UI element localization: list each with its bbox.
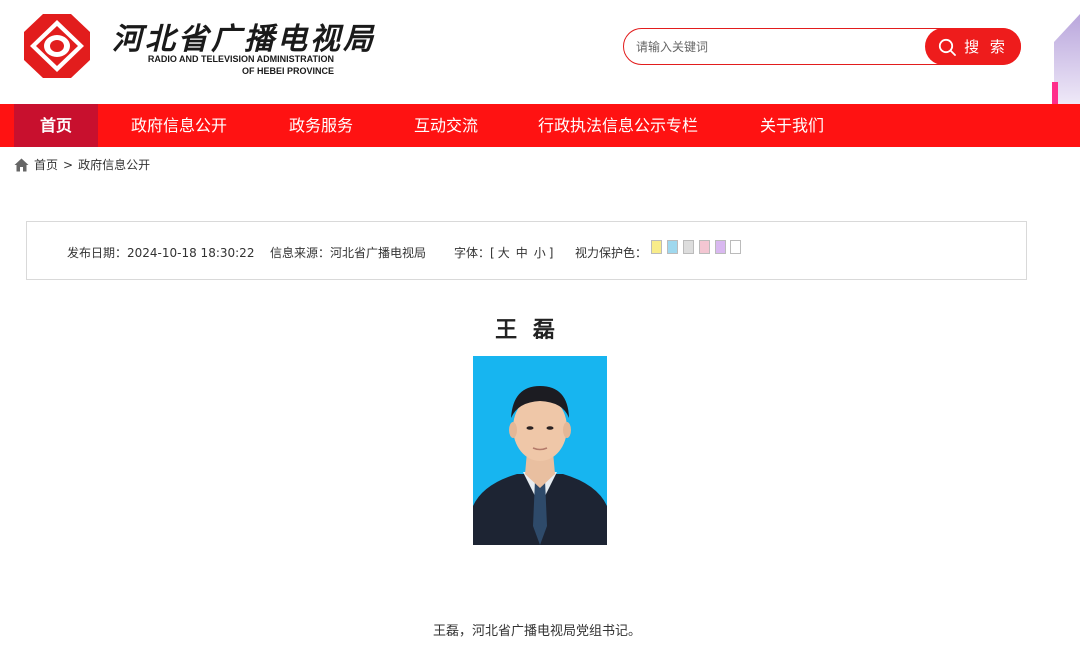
font-size-large[interactable]: 大 <box>498 246 510 260</box>
brand-en-line2: OF HEBEI PROVINCE <box>241 66 334 76</box>
eye-color-gray[interactable] <box>683 240 694 254</box>
article-info-bar: 发布日期：2024-10-18 18:30:22 信息来源：河北省广播电视局 字… <box>26 221 1027 280</box>
font-size-control: 字体：[大中小] <box>454 244 553 261</box>
site-header: 河北省广播电视局 RADIO AND TELEVISION ADMINISTRA… <box>0 0 1080 104</box>
search-icon <box>939 38 957 56</box>
font-size-close: ] <box>548 246 554 260</box>
nav-item-home[interactable]: 首页 <box>14 104 98 147</box>
article-body: 王磊，河北省广播电视局党组书记。 <box>432 624 641 639</box>
search-button-label: 搜 索 <box>964 38 1008 56</box>
breadcrumb: 首页 > 政府信息公开 <box>14 156 150 173</box>
breadcrumb-current[interactable]: 政府信息公开 <box>78 156 150 173</box>
font-size-medium[interactable]: 中 <box>516 246 528 260</box>
eye-color-yellow[interactable] <box>651 240 662 254</box>
eye-color-blue[interactable] <box>667 240 678 254</box>
eye-color-pink[interactable] <box>699 240 710 254</box>
portrait-photo <box>473 356 607 545</box>
article-title: 王 磊 <box>495 318 559 343</box>
brand-name-chinese: 河北省广播电视局 <box>112 22 376 57</box>
breadcrumb-separator: > <box>63 157 74 172</box>
search-button[interactable]: 搜 索 <box>925 28 1021 65</box>
nav-item-gov-info[interactable]: 政府信息公开 <box>131 104 227 147</box>
eye-color-white[interactable] <box>730 240 741 254</box>
header-decoration <box>1052 14 1080 104</box>
info-source: 信息来源：河北省广播电视局 <box>270 246 427 260</box>
nav-item-about[interactable]: 关于我们 <box>760 104 824 147</box>
brand-en-line1: RADIO AND TELEVISION ADMINISTRATION <box>147 54 334 64</box>
eye-color-purple[interactable] <box>715 240 726 254</box>
nav-item-enforcement[interactable]: 行政执法信息公示专栏 <box>538 104 698 147</box>
search-box: 搜 索 <box>623 28 1021 65</box>
nav-item-services[interactable]: 政务服务 <box>289 104 353 147</box>
font-size-small[interactable]: 小 <box>534 246 546 260</box>
home-icon <box>14 158 29 171</box>
nav-item-interaction[interactable]: 互动交流 <box>414 104 478 147</box>
hebei-rta-logo[interactable] <box>22 12 92 80</box>
eye-protect-label: 视力保护色： <box>575 246 648 260</box>
publish-date: 发布日期：2024-10-18 18:30:22 <box>67 246 255 260</box>
breadcrumb-home[interactable]: 首页 <box>34 156 58 173</box>
main-nav: 首页 政府信息公开 政务服务 互动交流 行政执法信息公示专栏 关于我们 <box>0 104 1080 147</box>
brand-name-english: RADIO AND TELEVISION ADMINISTRATION OF H… <box>114 53 334 77</box>
font-size-label: 字体：[ <box>454 246 495 260</box>
search-input[interactable] <box>636 37 916 57</box>
